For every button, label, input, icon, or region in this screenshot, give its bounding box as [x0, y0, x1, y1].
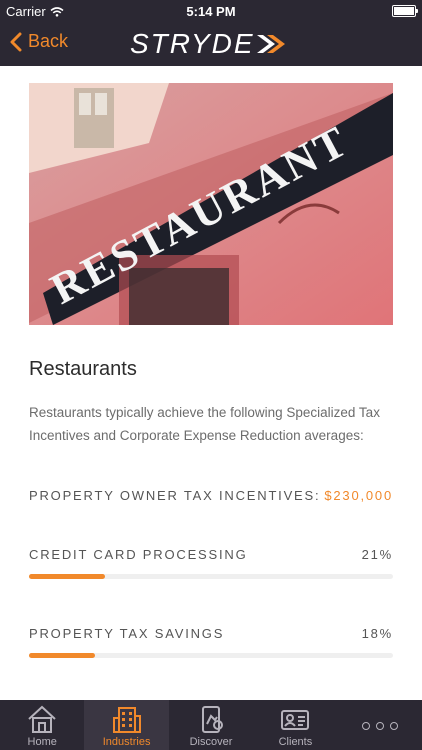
progress-fill-property-tax	[29, 653, 95, 658]
id-card-icon	[281, 710, 310, 730]
logo-arrows-icon	[256, 35, 285, 53]
tab-more[interactable]	[338, 700, 422, 750]
tab-label: Home	[27, 736, 57, 748]
stat-value: 21%	[361, 547, 393, 562]
tab-discover[interactable]: Discover	[169, 700, 253, 750]
back-label: Back	[28, 31, 69, 51]
chevron-left-icon	[10, 32, 22, 51]
discover-icon	[202, 706, 224, 733]
industry-description: Restaurants typically achieve the follow…	[29, 405, 380, 443]
tab-industries[interactable]: Industries	[84, 700, 169, 750]
progress-track-property-tax	[29, 653, 393, 658]
stat-label: PROPERTY TAX SAVINGS	[29, 626, 225, 641]
home-icon	[28, 705, 56, 733]
progress-track-credit-card	[29, 574, 393, 579]
stryde-logo: STRYDE	[130, 28, 287, 60]
more-icon	[361, 722, 398, 730]
tab-label: Discover	[189, 736, 233, 748]
stat-value: 18%	[361, 626, 393, 641]
tab-bar: Home Industries Discover Clients	[0, 700, 422, 750]
tab-label: Clients	[278, 736, 313, 748]
hero-image: RESTAURANT	[29, 83, 393, 325]
battery-icon	[392, 5, 418, 17]
page-title: Restaurants	[29, 358, 137, 380]
tab-label: Industries	[102, 736, 151, 748]
nav-bar: Back STRYDE	[0, 22, 422, 66]
tab-home[interactable]: Home	[0, 700, 84, 750]
building-icon	[112, 707, 141, 733]
stat-label: PROPERTY OWNER TAX INCENTIVES:	[29, 488, 321, 503]
tab-clients[interactable]: Clients	[253, 700, 337, 750]
status-bar: Carrier 5:14 PM	[0, 0, 422, 22]
back-button[interactable]: Back	[10, 31, 68, 52]
status-time: 5:14 PM	[186, 4, 236, 19]
logo-text: STRYDE	[130, 28, 255, 59]
stat-label: CREDIT CARD PROCESSING	[29, 547, 248, 562]
progress-fill-credit-card	[29, 574, 106, 579]
stat-value: $230,000	[324, 488, 393, 503]
